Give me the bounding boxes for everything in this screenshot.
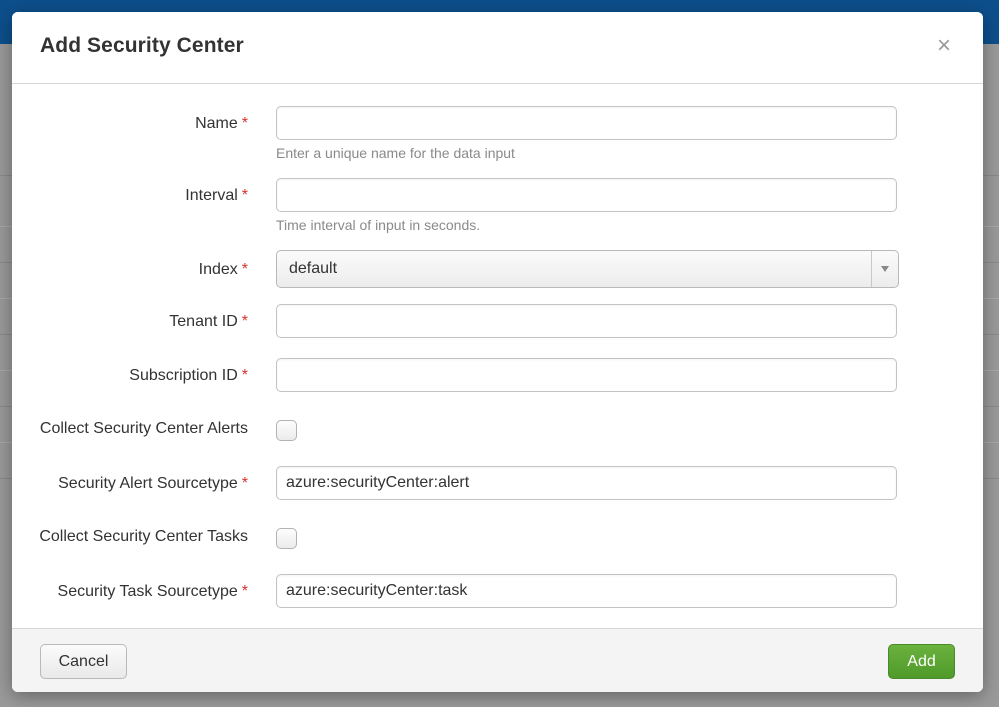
required-marker: * — [241, 115, 248, 132]
dialog-footer: Cancel Add — [12, 628, 983, 692]
name-help-text: Enter a unique name for the data input — [276, 145, 515, 161]
dialog-header: Add Security Center × — [12, 12, 983, 84]
index-select-value: default — [289, 260, 338, 277]
add-button[interactable]: Add — [888, 644, 955, 679]
subscription-id-label: Subscription ID * — [129, 367, 248, 385]
dialog-title: Add Security Center — [40, 34, 244, 57]
index-select[interactable]: default — [276, 250, 899, 288]
required-marker: * — [241, 187, 248, 204]
required-marker: * — [241, 583, 248, 600]
task-sourcetype-label: Security Task Sourcetype * — [58, 583, 248, 601]
collect-tasks-label: Collect Security Center Tasks — [39, 528, 248, 545]
index-dropdown-toggle[interactable] — [871, 251, 898, 287]
tenant-id-input[interactable] — [276, 304, 897, 338]
index-label: Index * — [199, 261, 248, 279]
collect-alerts-checkbox[interactable] — [276, 420, 297, 441]
close-icon[interactable]: × — [935, 34, 953, 58]
dialog-body: Name * Enter a unique name for the data i… — [12, 84, 983, 628]
task-sourcetype-label-text: Security Task Sourcetype — [57, 583, 238, 600]
interval-label-text: Interval — [185, 187, 238, 204]
interval-input[interactable] — [276, 178, 897, 212]
add-security-center-dialog: Add Security Center × Name * Enter a uniq… — [12, 12, 983, 692]
interval-help-text: Time interval of input in seconds. — [276, 217, 481, 233]
required-marker: * — [241, 475, 248, 492]
subscription-id-label-text: Subscription ID — [129, 367, 238, 384]
tenant-id-label-text: Tenant ID — [169, 313, 238, 330]
alert-sourcetype-input[interactable] — [276, 466, 897, 500]
name-input[interactable] — [276, 106, 897, 140]
name-label-text: Name — [195, 115, 238, 132]
tenant-id-label: Tenant ID * — [169, 313, 248, 331]
alert-sourcetype-label: Security Alert Sourcetype * — [58, 475, 248, 493]
name-label: Name * — [195, 115, 248, 133]
required-marker: * — [241, 313, 248, 330]
collect-alerts-label: Collect Security Center Alerts — [39, 420, 248, 437]
alert-sourcetype-label-text: Security Alert Sourcetype — [58, 475, 238, 492]
interval-label: Interval * — [185, 187, 248, 205]
cancel-button[interactable]: Cancel — [40, 644, 127, 679]
collect-tasks-checkbox[interactable] — [276, 528, 297, 549]
required-marker: * — [241, 367, 248, 384]
required-marker: * — [241, 261, 248, 278]
chevron-down-icon — [881, 266, 889, 272]
subscription-id-input[interactable] — [276, 358, 897, 392]
index-label-text: Index — [198, 261, 238, 278]
task-sourcetype-input[interactable] — [276, 574, 897, 608]
